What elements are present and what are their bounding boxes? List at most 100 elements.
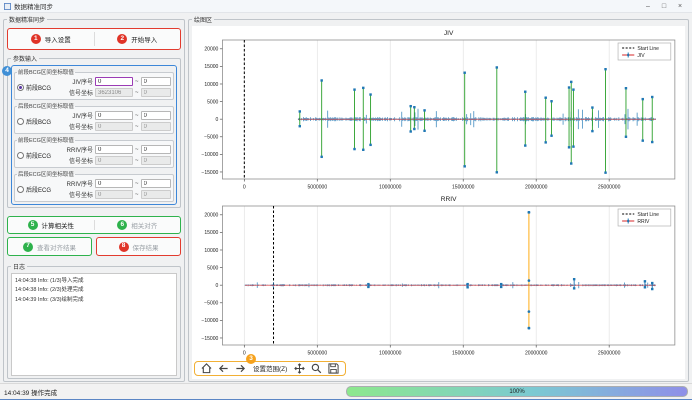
forward-button[interactable] bbox=[234, 363, 247, 374]
radio-icon bbox=[17, 186, 24, 193]
rear-bcg-jiv-start-input[interactable] bbox=[95, 111, 133, 120]
svg-text:RRIV: RRIV bbox=[637, 219, 650, 225]
correlation-align-button[interactable]: 6 相关对齐 bbox=[95, 217, 181, 233]
radio-icon bbox=[17, 118, 24, 125]
annotation-box-params: 4 前段BCG区间坐标取值 前段BCG JIV序号 ~ bbox=[11, 65, 177, 205]
maximize-icon[interactable]: □ bbox=[656, 3, 672, 10]
svg-text:0: 0 bbox=[243, 351, 246, 357]
plot-area-panel: 绘图区 0 5000000 10000000 15000000 20000000 2500… bbox=[188, 15, 689, 382]
radio-rear-ecg[interactable]: 后段ECG bbox=[17, 185, 63, 194]
front-ecg-coord-end-input[interactable] bbox=[141, 156, 171, 165]
progress-label: 100% bbox=[509, 389, 524, 395]
radio-front-bcg[interactable]: 前段BCG bbox=[17, 83, 63, 92]
svg-text:15000: 15000 bbox=[204, 230, 218, 236]
step-marker-8: 8 bbox=[119, 242, 129, 252]
rear-bcg-coord-start-input[interactable] bbox=[95, 122, 133, 131]
back-button[interactable] bbox=[217, 363, 230, 374]
progress-bar: 100% bbox=[346, 386, 688, 397]
rear-ecg-rriv-start-input[interactable] bbox=[95, 179, 133, 188]
front-ecg-coord-start-input[interactable] bbox=[95, 156, 133, 165]
compute-correlation-button[interactable]: 5 计算相关性 bbox=[8, 217, 94, 233]
svg-text:15000000: 15000000 bbox=[452, 185, 475, 191]
status-text: 14:04:39 操作完成 bbox=[4, 387, 57, 397]
annotation-box-save-result: 8 保存结果 bbox=[96, 237, 181, 256]
svg-text:−5000: −5000 bbox=[204, 135, 218, 141]
svg-text:−10000: −10000 bbox=[201, 152, 218, 158]
rriv-chart[interactable]: 0500000010000000150000002000000025000000… bbox=[192, 192, 685, 358]
step-marker-1: 1 bbox=[31, 34, 41, 44]
svg-text:10000: 10000 bbox=[204, 82, 218, 88]
log-entry: 14:04:38 Info: (2/3)处理完成 bbox=[15, 286, 173, 295]
plot-area-title: 绘图区 bbox=[192, 15, 214, 24]
svg-text:JIV: JIV bbox=[444, 30, 454, 37]
svg-text:5000: 5000 bbox=[207, 265, 218, 271]
params-panel-title: 参数输入 bbox=[11, 54, 39, 63]
rear-ecg-coord-end-input[interactable] bbox=[141, 190, 171, 199]
svg-text:0: 0 bbox=[216, 283, 219, 289]
jiv-chart[interactable]: 0500000010000000150000002000000025000000… bbox=[192, 26, 685, 192]
log-list[interactable]: 14:04:38 Info: (1/3)导入完成 14:04:38 Info: … bbox=[11, 273, 177, 376]
log-entry: 14:04:38 Info: (1/3)导入完成 bbox=[15, 277, 173, 286]
svg-text:5000000: 5000000 bbox=[307, 351, 327, 357]
rear-bcg-coord-end-input[interactable] bbox=[141, 122, 171, 131]
svg-text:20000: 20000 bbox=[204, 213, 218, 219]
sync-panel-title: 数据精准同步 bbox=[7, 15, 47, 24]
svg-text:RRIV: RRIV bbox=[441, 196, 457, 203]
svg-text:Start Line: Start Line bbox=[637, 46, 659, 52]
figure: 0 5000000 10000000 15000000 20000000 25000000… bbox=[192, 26, 685, 379]
rear-ecg-section: 后段ECG区间坐标取值 后段ECG RRIV序号 ~ bbox=[14, 170, 174, 202]
rear-bcg-section: 后段BCG区间坐标取值 后段BCG JIV序号 ~ bbox=[14, 102, 174, 134]
svg-text:15000: 15000 bbox=[204, 64, 218, 70]
step-marker-5: 5 bbox=[28, 220, 38, 230]
rear-ecg-rriv-end-input[interactable] bbox=[141, 179, 171, 188]
svg-text:20000000: 20000000 bbox=[525, 185, 548, 191]
title-bar: 数据精准同步 – □ × bbox=[0, 0, 692, 13]
svg-text:−15000: −15000 bbox=[201, 170, 218, 176]
front-ecg-rriv-start-input[interactable] bbox=[95, 145, 133, 154]
front-bcg-coord-start-input[interactable] bbox=[95, 88, 133, 97]
rear-ecg-coord-start-input[interactable] bbox=[95, 190, 133, 199]
svg-text:JIV: JIV bbox=[637, 53, 645, 59]
front-bcg-section: 前段BCG区间坐标取值 前段BCG JIV序号 ~ bbox=[14, 68, 174, 100]
front-ecg-section: 前段ECG区间坐标取值 前段ECG RRIV序号 ~ bbox=[14, 136, 174, 168]
svg-text:Start Line: Start Line bbox=[637, 212, 659, 218]
radio-icon bbox=[17, 152, 24, 159]
svg-text:15000000: 15000000 bbox=[452, 351, 475, 357]
save-icon[interactable] bbox=[327, 363, 340, 374]
svg-text:10000000: 10000000 bbox=[379, 351, 402, 357]
front-ecg-rriv-end-input[interactable] bbox=[141, 145, 171, 154]
svg-text:−10000: −10000 bbox=[201, 318, 218, 324]
svg-text:20000: 20000 bbox=[204, 47, 218, 53]
radio-rear-bcg[interactable]: 后段BCG bbox=[17, 117, 63, 126]
view-align-result-button[interactable]: 7 查看对齐结果 bbox=[8, 238, 91, 255]
save-result-button[interactable]: 8 保存结果 bbox=[97, 238, 180, 255]
front-bcg-jiv-start-input[interactable] bbox=[95, 77, 133, 86]
log-panel-title: 日志 bbox=[11, 262, 27, 271]
zoom-icon[interactable] bbox=[310, 363, 323, 374]
sync-panel: 数据精准同步 1 导入设置 2 开始导入 参数输入 4 前段BCG区间坐标取值 bbox=[3, 15, 185, 382]
window-title: 数据精准同步 bbox=[14, 1, 53, 11]
step-marker-2: 2 bbox=[117, 34, 127, 44]
radio-front-ecg[interactable]: 前段ECG bbox=[17, 151, 63, 160]
svg-text:5000: 5000 bbox=[207, 99, 218, 105]
rear-bcg-jiv-end-input[interactable] bbox=[141, 111, 171, 120]
pan-icon[interactable] bbox=[293, 363, 306, 374]
annotation-box-toolbar: 3 设置范围(Z) bbox=[194, 361, 346, 376]
home-button[interactable] bbox=[200, 363, 213, 374]
radio-icon bbox=[17, 84, 24, 91]
svg-text:25000000: 25000000 bbox=[598, 351, 621, 357]
step-marker-4: 4 bbox=[2, 66, 12, 76]
annotation-box-correlation: 5 计算相关性 6 相关对齐 bbox=[7, 216, 181, 234]
app-icon bbox=[4, 3, 11, 10]
svg-text:25000000: 25000000 bbox=[598, 185, 621, 191]
front-bcg-coord-end-input[interactable] bbox=[141, 88, 171, 97]
minimize-icon[interactable]: – bbox=[640, 3, 656, 10]
import-settings-button[interactable]: 1 导入设置 bbox=[8, 29, 94, 49]
status-bar: 14:04:39 操作完成 100% bbox=[0, 383, 692, 399]
start-import-button[interactable]: 2 开始导入 bbox=[95, 29, 181, 49]
set-range-button[interactable]: 3 设置范围(Z) bbox=[251, 363, 289, 373]
close-icon[interactable]: × bbox=[672, 3, 688, 10]
svg-text:−5000: −5000 bbox=[204, 301, 218, 307]
front-bcg-jiv-end-input[interactable] bbox=[141, 77, 171, 86]
mpl-toolbar: 3 设置范围(Z) bbox=[192, 358, 685, 378]
